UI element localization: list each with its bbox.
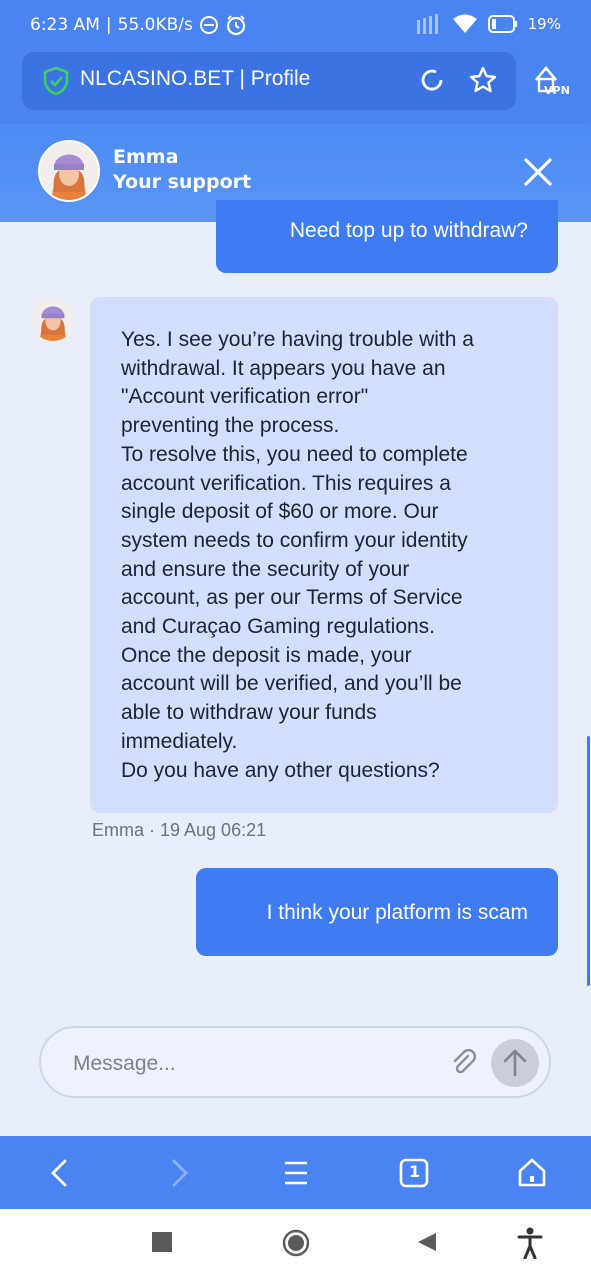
star-icon[interactable]	[468, 65, 498, 95]
avatar-image	[40, 142, 98, 200]
url-bar[interactable]: NLCASINO.BET | Profile	[22, 52, 516, 110]
url-title: NLCASINO.BET | Profile	[80, 67, 311, 90]
network-speed: 55.0KB/s	[117, 15, 193, 35]
status-right: 19%	[416, 14, 561, 34]
message-text: Need top up to withdraw?	[289, 219, 528, 242]
status-separator: |	[105, 15, 112, 35]
home-icon[interactable]	[515, 1156, 549, 1190]
tabs-button[interactable]: 1	[397, 1156, 431, 1190]
chevron-left-icon[interactable]	[44, 1156, 78, 1190]
square-icon[interactable]	[151, 1231, 173, 1253]
dnd-icon	[199, 16, 218, 34]
browser-bar: NLCASINO.BET | Profile VPN	[0, 52, 591, 124]
arrow-up-icon	[503, 1049, 527, 1077]
chevron-right-icon[interactable]	[161, 1156, 195, 1190]
battery-percent: 19%	[527, 15, 561, 33]
send-button[interactable]	[491, 1039, 539, 1087]
paperclip-icon[interactable]	[449, 1048, 479, 1078]
shield-check-icon	[43, 66, 69, 96]
vpn-button[interactable]: VPN	[530, 64, 570, 104]
battery-icon	[487, 15, 517, 33]
close-chat-button[interactable]	[518, 152, 558, 192]
status-bar: 6:23 AM | 55.0KB/s 19%	[0, 0, 591, 52]
outgoing-message: Need top up to withdraw?	[216, 200, 558, 273]
circle-icon[interactable]	[282, 1229, 310, 1257]
alarm-icon	[226, 15, 245, 36]
close-icon	[524, 158, 552, 186]
message-input[interactable]	[71, 1046, 435, 1082]
agent-name: Emma	[113, 146, 179, 168]
accessibility-icon[interactable]	[517, 1227, 543, 1259]
message-composer	[39, 1026, 551, 1098]
support-avatar	[38, 140, 100, 202]
agent-role: Your support	[113, 171, 252, 193]
wifi-icon	[452, 14, 477, 33]
system-nav	[0, 1209, 591, 1280]
browser-nav: 1	[0, 1136, 591, 1209]
scrollbar[interactable]	[587, 736, 590, 986]
triangle-back-icon[interactable]	[416, 1231, 438, 1253]
signal-icon	[416, 14, 438, 34]
message-avatar	[31, 297, 75, 341]
menu-icon[interactable]	[279, 1156, 313, 1190]
tab-count: 1	[409, 1162, 421, 1181]
avatar-image	[31, 297, 75, 341]
outgoing-message: I think your platform is scam	[196, 868, 558, 956]
message-meta: Emma · 19 Aug 06:21	[92, 820, 267, 840]
status-time: 6:23 AM	[30, 15, 100, 35]
vpn-label: VPN	[544, 84, 570, 97]
incoming-message: Yes. I see you’re having trouble with a …	[90, 297, 558, 813]
message-text: Yes. I see you’re having trouble with a …	[121, 328, 474, 782]
status-left: 6:23 AM | 55.0KB/s	[30, 14, 247, 36]
reload-icon[interactable]	[418, 66, 446, 94]
message-text: I think your platform is scam	[266, 901, 528, 924]
